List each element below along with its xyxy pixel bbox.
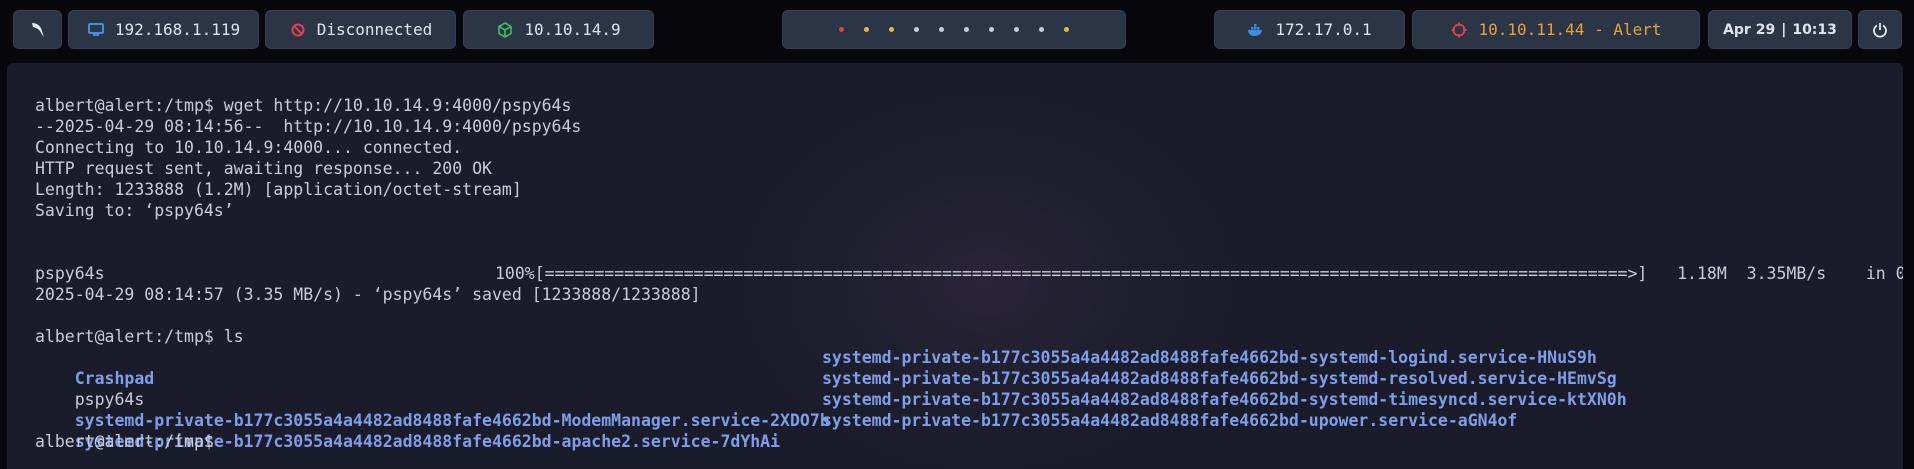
terminal-line: albert@alert:/tmp$ wget http://10.10.14.…: [35, 96, 572, 115]
ls-entry-dir: systemd-private-b177c3055a4a4482ad8488fa…: [822, 411, 1518, 430]
workspace-dot[interactable]: [939, 27, 944, 32]
power-button[interactable]: [1858, 10, 1902, 49]
ls-row: systemd-private-b177c3055a4a4482ad8488fa…: [35, 389, 1903, 430]
docker-whale-icon: [1247, 21, 1265, 39]
workspace-dot[interactable]: [864, 27, 869, 32]
top-bar: 192.168.1.119 Disconnected 10.10.14.9 17…: [0, 0, 1914, 60]
vpn-status-text: Disconnected: [316, 20, 433, 39]
target-text: 10.10.11.44 - Alert: [1478, 20, 1662, 39]
workspace-dot[interactable]: [1064, 27, 1069, 32]
power-icon: [1872, 22, 1888, 38]
ls-command-line: albert@alert:/tmp$ ls: [35, 327, 244, 346]
terminal-line: Connecting to 10.10.14.9:4000... connect…: [35, 138, 463, 157]
disconnected-icon: [289, 21, 307, 39]
clock-widget[interactable]: Apr 29 | 10:13: [1708, 10, 1852, 49]
ls-entry-dir: systemd-private-b177c3055a4a4482ad8488fa…: [822, 348, 1597, 367]
target-widget[interactable]: 10.10.11.44 - Alert: [1412, 10, 1700, 49]
ls-row: pspy64s systemd-private-b177c3055a4a4482a…: [35, 368, 1903, 409]
monitor-icon: [87, 21, 105, 39]
kali-dragon-icon: [28, 20, 48, 40]
workspace-dot[interactable]: [889, 27, 894, 32]
terminal-line: --2025-04-29 08:14:56-- http://10.10.14.…: [35, 117, 582, 136]
docker-ip-widget[interactable]: 172.17.0.1: [1214, 10, 1405, 49]
terminal-line: Saving to: ‘pspy64s’: [35, 201, 234, 220]
ls-row: systemd-private-b177c3055a4a4482ad8488fa…: [35, 410, 1903, 451]
vpn-status-widget[interactable]: Disconnected: [265, 10, 456, 49]
tun-ip-text: 10.10.14.9: [524, 20, 621, 39]
ls-row: Crashpad systemd-private-b177c3055a4a4482…: [35, 347, 1903, 388]
date-text: Apr 29: [1723, 21, 1776, 38]
local-ip-text: 192.168.1.119: [114, 20, 241, 39]
ls-entry-dir: systemd-private-b177c3055a4a4482ad8488fa…: [822, 390, 1627, 409]
terminal-prompt[interactable]: albert@alert:/tmp$: [35, 431, 1903, 452]
workspace-dot[interactable]: [1014, 27, 1019, 32]
download-progress-line: pspy64s 100%[============================…: [35, 242, 1903, 283]
workspace-dots[interactable]: [829, 27, 1079, 32]
saved-line: 2025-04-29 08:14:57 (3.35 MB/s) - ‘pspy6…: [35, 285, 701, 304]
target-crosshair-icon: [1450, 21, 1468, 39]
workspace-dot[interactable]: [839, 27, 844, 32]
workspace-dot[interactable]: [964, 27, 969, 32]
clock-separator: |: [1781, 21, 1787, 38]
docker-ip-text: 172.17.0.1: [1275, 20, 1372, 39]
workspace-dot[interactable]: [1039, 27, 1044, 32]
terminal-line: HTTP request sent, awaiting response... …: [35, 159, 492, 178]
workspace-dot[interactable]: [914, 27, 919, 32]
terminal-line: Length: 1233888 (1.2M) [application/octe…: [35, 180, 522, 199]
cube-icon: [496, 21, 514, 39]
tun-ip-widget[interactable]: 10.10.14.9: [463, 10, 654, 49]
local-ip-widget[interactable]: 192.168.1.119: [68, 10, 259, 49]
ls-entry-dir: systemd-private-b177c3055a4a4482ad8488fa…: [822, 369, 1617, 388]
app-menu-button[interactable]: [13, 10, 62, 49]
workspace-dot[interactable]: [989, 27, 994, 32]
terminal-window[interactable]: albert@alert:/tmp$ wget http://10.10.14.…: [7, 63, 1903, 469]
workspaces[interactable]: [782, 10, 1126, 49]
time-text: 10:13: [1792, 21, 1837, 38]
